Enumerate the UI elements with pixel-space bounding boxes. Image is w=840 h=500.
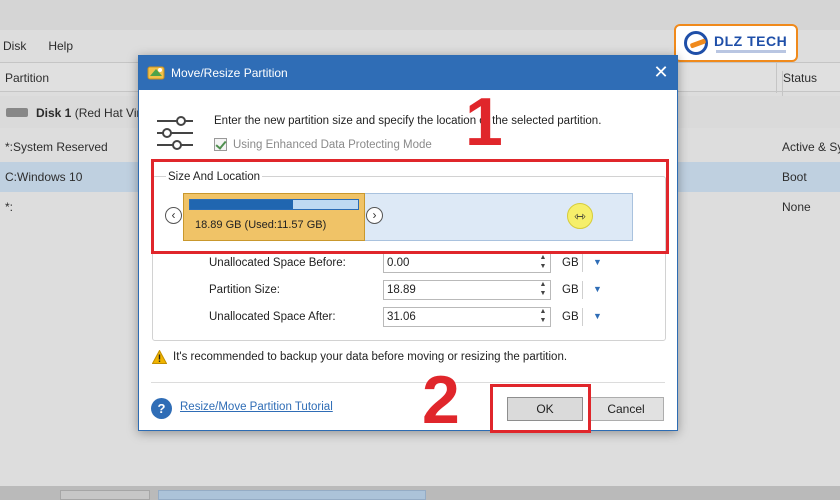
cancel-button[interactable]: Cancel: [588, 397, 664, 421]
unallocated-before-label: Unallocated Space Before:: [209, 257, 346, 269]
unallocated-before-unit: GB: [562, 257, 579, 269]
partition-size-unit: GB: [562, 284, 579, 296]
chevron-down-icon[interactable]: ▼: [593, 284, 602, 294]
annotation-box-size-location: [151, 159, 669, 254]
sliders-icon: [157, 116, 193, 150]
partition-size-input[interactable]: 18.89: [383, 280, 551, 300]
tutorial-link[interactable]: Resize/Move Partition Tutorial: [180, 401, 333, 413]
dialog-description: Enter the new partition size and specify…: [214, 115, 602, 127]
unallocated-after-label: Unallocated Space After:: [209, 311, 336, 323]
backup-warning: It's recommended to backup your data bef…: [173, 351, 568, 363]
logo-tagline-line: [716, 50, 786, 53]
dialog-title: Move/Resize Partition: [171, 66, 288, 80]
annotation-step-2: 2: [422, 362, 460, 438]
chevron-down-icon[interactable]: ▼: [593, 311, 602, 321]
dialog-titlebar[interactable]: Move/Resize Partition ✕: [139, 56, 677, 90]
enhanced-mode-checkbox[interactable]: [214, 138, 227, 151]
unallocated-before-input[interactable]: 0.00: [383, 253, 551, 273]
footer-divider: [151, 382, 665, 383]
unallocated-before-spinner[interactable]: ▲ ▼: [536, 253, 550, 273]
logo-mark-icon: [684, 31, 708, 55]
help-icon[interactable]: ?: [151, 398, 172, 419]
dlz-tech-logo: DLZ TECH: [674, 24, 798, 62]
annotation-box-ok: [490, 384, 591, 433]
annotation-step-1: 1: [465, 84, 503, 160]
unallocated-after-input[interactable]: 31.06: [383, 307, 551, 327]
enhanced-mode-row[interactable]: Using Enhanced Data Protecting Mode: [214, 138, 432, 151]
partition-size-spinner[interactable]: ▲ ▼: [536, 280, 550, 300]
unit-divider: [582, 281, 583, 299]
chevron-down-icon[interactable]: ▼: [593, 257, 602, 267]
partition-size-field-label: Partition Size:: [209, 284, 280, 296]
unallocated-after-unit: GB: [562, 311, 579, 323]
unallocated-after-spinner[interactable]: ▲ ▼: [536, 307, 550, 327]
close-icon[interactable]: ✕: [651, 63, 671, 83]
unit-divider: [582, 308, 583, 326]
enhanced-mode-label: Using Enhanced Data Protecting Mode: [233, 138, 432, 151]
partition-wizard-icon: [147, 66, 165, 80]
unit-divider: [582, 254, 583, 272]
warning-icon: [152, 350, 167, 364]
logo-text: DLZ TECH: [714, 33, 788, 49]
